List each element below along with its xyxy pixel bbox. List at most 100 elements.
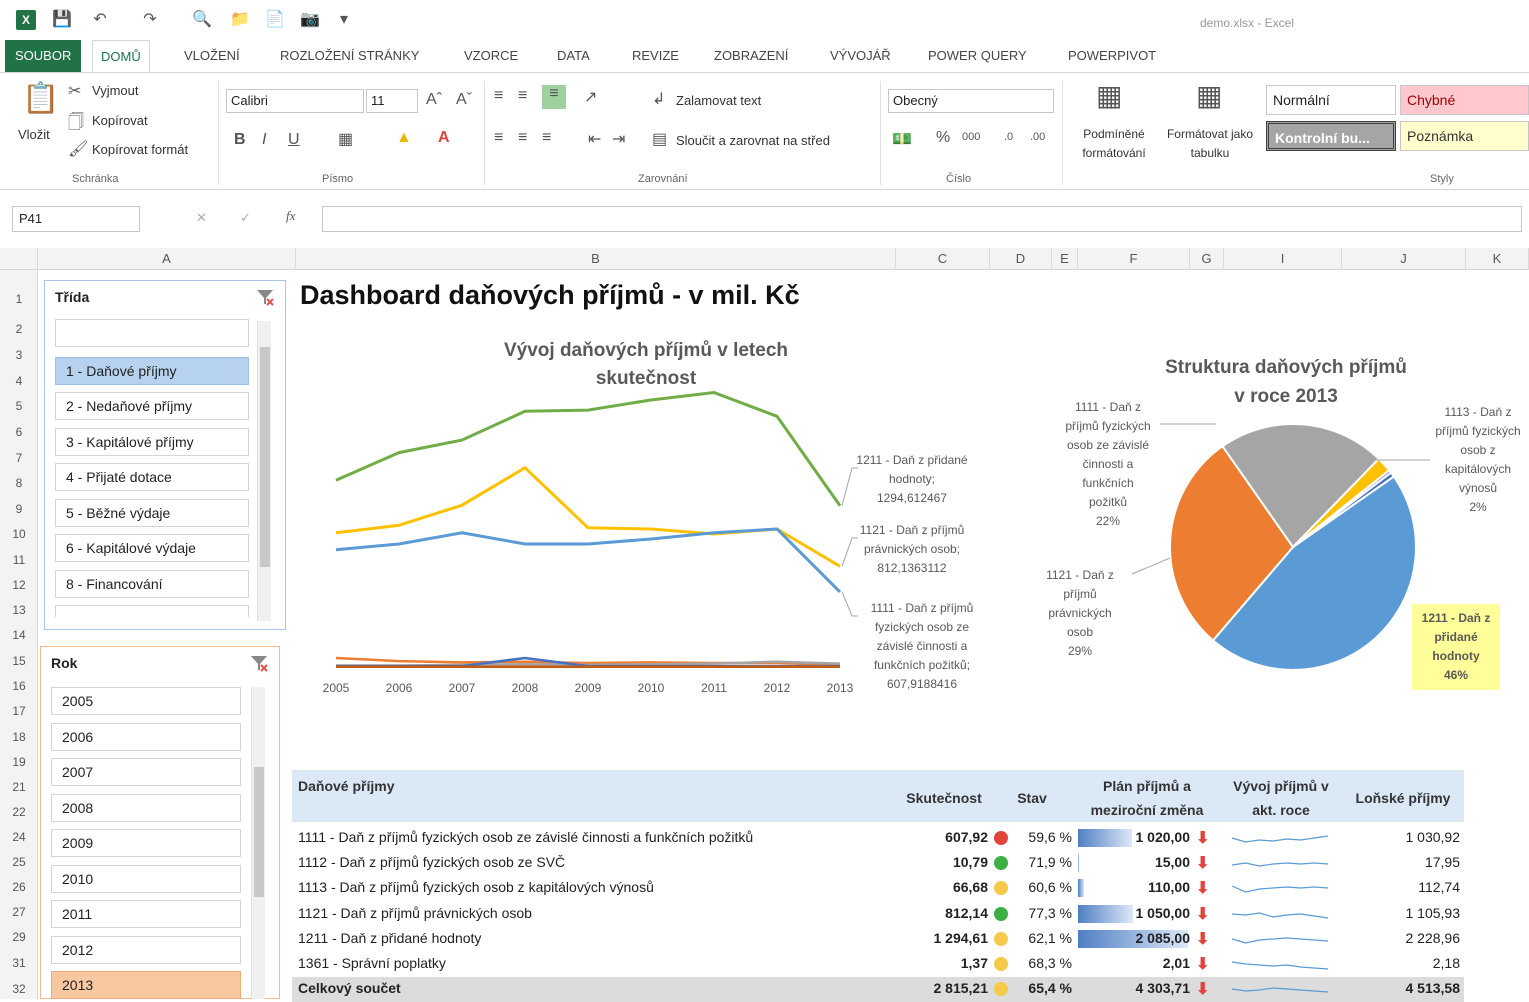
series-line[interactable]	[336, 468, 840, 567]
series-line[interactable]	[336, 529, 840, 592]
style-check-cell[interactable]: Kontrolní bu...	[1266, 121, 1396, 151]
font-size-select[interactable]: 11	[366, 89, 418, 113]
merge-center-button[interactable]: Sloučit a zarovnat na střed	[676, 133, 830, 148]
row-header[interactable]: 10	[0, 527, 38, 541]
row-header[interactable]: 14	[0, 628, 38, 642]
table-row[interactable]: 1121 - Daň z příjmů právnických osob 812,…	[292, 902, 1464, 927]
slicer-item[interactable]: 2008	[51, 794, 241, 822]
cell-actual[interactable]: 812,14	[896, 905, 988, 921]
customize-toolbar-icon[interactable]: ▾	[334, 10, 354, 30]
cell-last-year[interactable]: 17,95	[1340, 854, 1460, 870]
format-painter-icon[interactable]: 🖌	[68, 139, 88, 159]
font-color-icon[interactable]: A	[438, 129, 450, 147]
cell-last-year[interactable]: 1 105,93	[1340, 905, 1460, 921]
align-bottom-icon[interactable]: ≡	[542, 85, 566, 109]
style-normal[interactable]: Normální	[1266, 85, 1396, 115]
header-trend-1[interactable]: Vývoj příjmů v	[1220, 778, 1342, 794]
accounting-format-icon[interactable]: 💵	[892, 129, 912, 149]
tab-view[interactable]: ZOBRAZENÍ	[706, 40, 796, 72]
cell-actual[interactable]: 66,68	[896, 879, 988, 895]
header-name[interactable]: Daňové příjmy	[298, 778, 394, 794]
increase-decimal-icon[interactable]: .0	[1004, 131, 1013, 143]
header-actual[interactable]: Skutečnost	[896, 790, 992, 806]
slicer-item[interactable]: 2013	[51, 971, 241, 999]
cell-plan[interactable]: 2 085,00	[1078, 930, 1190, 946]
conditional-formatting-button[interactable]: Podmíněné formátování	[1068, 125, 1160, 163]
font-name-select[interactable]: Calibri	[226, 89, 364, 113]
cell-plan[interactable]: 15,00	[1078, 854, 1190, 870]
style-bad[interactable]: Chybné	[1400, 85, 1529, 115]
header-plan-2[interactable]: meziroční změna	[1072, 802, 1222, 818]
copy-button[interactable]: Kopírovat	[92, 113, 148, 128]
decrease-decimal-icon[interactable]: .00	[1030, 131, 1045, 143]
merge-center-icon[interactable]: ▤	[652, 129, 667, 149]
row-header[interactable]: 1	[0, 292, 38, 306]
row-header[interactable]: 5	[0, 399, 38, 413]
table-row[interactable]: 1112 - Daň z příjmů fyzických osob ze SV…	[292, 851, 1464, 876]
row-header[interactable]: 3	[0, 348, 38, 362]
format-as-table-icon[interactable]: ▦	[1196, 79, 1222, 112]
paste-button[interactable]: Vložit	[18, 127, 50, 142]
scrollbar-thumb[interactable]	[254, 767, 264, 897]
table-row[interactable]: 1111 - Daň z příjmů fyzických osob ze zá…	[292, 826, 1464, 851]
row-header[interactable]: 16	[0, 679, 38, 693]
number-format-select[interactable]: Obecný	[888, 89, 1054, 113]
align-middle-icon[interactable]: ≡	[518, 87, 527, 105]
tab-developer[interactable]: VÝVOJÁŘ	[822, 40, 899, 72]
tab-power-query[interactable]: POWER QUERY	[920, 40, 1035, 72]
decrease-indent-icon[interactable]: ⇤	[588, 129, 601, 149]
open-folder-icon[interactable]: 📁	[230, 10, 250, 30]
row-header[interactable]: 29	[0, 930, 38, 944]
column-header[interactable]: G	[1190, 248, 1224, 270]
total-row[interactable]: Celkový součet2 815,2165,4 %4 303,71⬇4 5…	[292, 977, 1464, 1002]
cell-plan[interactable]: 4 303,71	[1078, 980, 1190, 996]
increase-indent-icon[interactable]: ⇥	[612, 129, 625, 149]
column-header[interactable]: A	[38, 248, 296, 270]
tab-formulas[interactable]: VZORCE	[456, 40, 526, 72]
cell-last-year[interactable]: 2 228,96	[1340, 930, 1460, 946]
cell-name[interactable]: 1113 - Daň z příjmů fyzických osob z kap…	[298, 879, 888, 895]
cancel-icon[interactable]: ✕	[196, 210, 207, 226]
italic-icon[interactable]: I	[262, 131, 266, 149]
row-header[interactable]: 12	[0, 578, 38, 592]
conditional-formatting-icon[interactable]: ▦	[1096, 79, 1122, 112]
table-row[interactable]: 1113 - Daň z příjmů fyzických osob z kap…	[292, 876, 1464, 901]
undo-icon[interactable]: ↶	[90, 10, 110, 30]
row-header[interactable]: 19	[0, 755, 38, 769]
column-header[interactable]: B	[296, 248, 896, 270]
scrollbar-thumb[interactable]	[260, 347, 270, 567]
cell-last-year[interactable]: 4 513,58	[1340, 980, 1460, 996]
slicer-item[interactable]: 6 - Kapitálové výdaje	[55, 534, 249, 562]
format-painter-button[interactable]: Kopírovat formát	[92, 142, 188, 157]
header-last[interactable]: Loňské příjmy	[1342, 790, 1464, 806]
row-header[interactable]: 24	[0, 830, 38, 844]
align-center-icon[interactable]: ≡	[518, 129, 527, 147]
cell-percent[interactable]: 59,6 %	[1016, 829, 1072, 845]
select-all-corner[interactable]	[0, 248, 38, 270]
cell-actual[interactable]: 10,79	[896, 854, 988, 870]
cell-name[interactable]: 1121 - Daň z příjmů právnických osob	[298, 905, 888, 921]
tab-insert[interactable]: VLOŽENÍ	[176, 40, 248, 72]
column-header[interactable]: C	[896, 248, 990, 270]
percent-style-icon[interactable]: %	[936, 129, 950, 147]
slicer-empty-item[interactable]	[55, 319, 249, 347]
tab-review[interactable]: REVIZE	[624, 40, 687, 72]
cell-name[interactable]: 1111 - Daň z příjmů fyzických osob ze zá…	[298, 829, 888, 845]
row-header[interactable]: 18	[0, 730, 38, 744]
column-header[interactable]: E	[1052, 248, 1078, 270]
cut-icon[interactable]: ✂	[68, 81, 81, 101]
table-row[interactable]: 1361 - Správní poplatky1,3768,3 %2,01⬇2,…	[292, 952, 1464, 977]
row-header[interactable]: 17	[0, 704, 38, 718]
row-header[interactable]: 6	[0, 425, 38, 439]
row-header[interactable]: 25	[0, 855, 38, 869]
slicer-scrollbar[interactable]	[257, 321, 271, 621]
column-header[interactable]: K	[1466, 248, 1529, 270]
name-box[interactable]: P41	[12, 206, 140, 232]
header-state[interactable]: Stav	[1006, 790, 1058, 806]
save-icon[interactable]: 💾	[52, 10, 72, 30]
series-line[interactable]	[336, 393, 840, 506]
cell-percent[interactable]: 62,1 %	[1016, 930, 1072, 946]
pie-chart[interactable]: Struktura daňových příjmů v roce 2013 11…	[1020, 340, 1529, 710]
row-header[interactable]: 13	[0, 603, 38, 617]
row-header[interactable]: 27	[0, 905, 38, 919]
